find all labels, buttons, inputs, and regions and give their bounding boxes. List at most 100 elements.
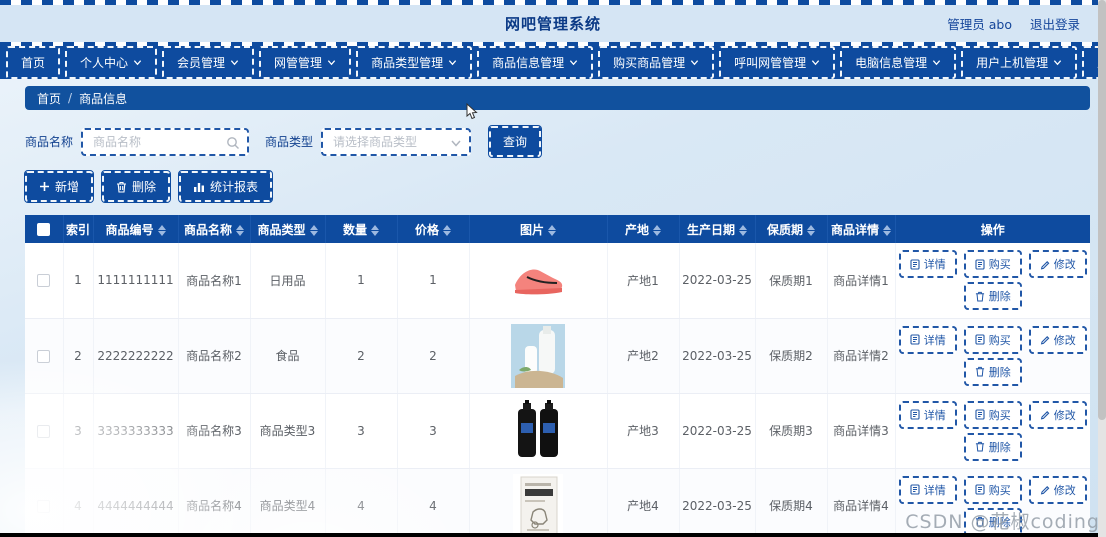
nav-item-0[interactable]: 首页: [6, 46, 61, 79]
nav-item-4[interactable]: 商品类型管理: [356, 46, 473, 79]
edit-button[interactable]: 修改: [1028, 250, 1087, 279]
nav-item-5[interactable]: 商品信息管理: [477, 46, 594, 79]
trash-icon: [975, 291, 984, 302]
breadcrumb-home[interactable]: 首页: [37, 90, 61, 107]
table-toolbar: 新增 删除 统计报表: [23, 170, 1090, 203]
plus-icon: [40, 182, 49, 191]
buy-button[interactable]: 购买: [963, 325, 1022, 354]
row-checkbox[interactable]: [37, 274, 51, 288]
sort-icon[interactable]: [443, 224, 451, 236]
column-header-7[interactable]: 图片: [469, 215, 608, 243]
nav-item-8[interactable]: 电脑信息管理: [840, 46, 957, 79]
cell-quantity: 2: [325, 318, 398, 394]
column-header-9[interactable]: 生产日期: [679, 215, 756, 243]
sort-icon[interactable]: [236, 224, 244, 236]
cell-shelf: 保质期2: [755, 318, 828, 394]
edit-button[interactable]: 修改: [1028, 400, 1087, 429]
column-header-1: 索引: [63, 215, 94, 243]
detail-button[interactable]: 详情: [898, 250, 957, 279]
edit-button[interactable]: 修改: [1028, 475, 1087, 504]
row-delete-button-label: 删除: [988, 366, 1011, 379]
sort-icon[interactable]: [739, 224, 747, 236]
row-checkbox[interactable]: [37, 349, 51, 363]
buy-button[interactable]: 购买: [963, 250, 1022, 279]
product-type-select[interactable]: 请选择商品类型: [321, 127, 472, 156]
nav-item-2[interactable]: 会员管理: [162, 46, 255, 79]
query-button[interactable]: 查询: [488, 125, 543, 158]
query-button-label: 查询: [503, 135, 528, 149]
row-delete-button[interactable]: 删除: [963, 432, 1022, 461]
logout-link[interactable]: 退出登录: [1030, 14, 1080, 33]
chevron-down-icon: [1054, 60, 1062, 66]
product-image-sneaker: [507, 255, 569, 306]
column-header-label: 商品详情: [830, 222, 879, 237]
report-button[interactable]: 统计报表: [178, 170, 274, 203]
sort-icon[interactable]: [157, 224, 166, 236]
column-header-3[interactable]: 商品名称: [178, 215, 251, 243]
product-table: 索引 商品编号 商品名称 商品类型 数量 价格 图片 产地 生产日期 保质期 商品详情 操作 1 111…: [25, 215, 1090, 537]
sort-icon[interactable]: [883, 224, 891, 236]
row-delete-button[interactable]: 删除: [963, 282, 1022, 311]
cell-quantity: 1: [325, 243, 398, 319]
cell-origin: 产地4: [607, 468, 680, 537]
cell-price: 2: [397, 318, 470, 394]
column-header-11[interactable]: 商品详情: [827, 215, 896, 243]
document-icon: [975, 409, 985, 420]
detail-button-label: 详情: [923, 409, 946, 422]
column-header-label: 索引: [65, 222, 90, 237]
detail-button[interactable]: 详情: [898, 400, 957, 429]
buy-button[interactable]: 购买: [963, 475, 1022, 504]
sort-icon[interactable]: [653, 224, 661, 236]
sort-icon[interactable]: [807, 224, 815, 236]
buy-button-label: 购买: [988, 484, 1011, 497]
nav-item-3[interactable]: 网管管理: [259, 46, 352, 79]
cell-index: 1: [63, 243, 94, 319]
detail-button[interactable]: 详情: [898, 325, 957, 354]
nav-item-9[interactable]: 用户上机管理: [961, 46, 1078, 79]
product-name-placeholder: 商品名称: [93, 135, 142, 149]
buy-button[interactable]: 购买: [963, 400, 1022, 429]
current-user[interactable]: 管理员 abo: [947, 14, 1012, 33]
column-header-5[interactable]: 数量: [325, 215, 398, 243]
nav-item-label: 商品信息管理: [492, 56, 565, 70]
column-header-10[interactable]: 保质期: [755, 215, 828, 243]
select-all-checkbox[interactable]: [37, 223, 51, 236]
nav-item-7[interactable]: 呼叫网管管理: [719, 46, 836, 79]
nav-item-1[interactable]: 个人中心: [65, 46, 158, 79]
breadcrumb-current: 商品信息: [79, 91, 128, 106]
sort-icon[interactable]: [309, 224, 318, 236]
cell-price: 4: [397, 468, 470, 537]
cell-detail: 商品详情2: [827, 318, 896, 394]
row-checkbox[interactable]: [37, 499, 51, 513]
column-header-label: 保质期: [766, 222, 803, 237]
row-delete-button[interactable]: 删除: [963, 357, 1022, 386]
detail-button-label: 详情: [923, 259, 946, 272]
row-select-cell: [25, 243, 64, 319]
sort-icon[interactable]: [548, 224, 556, 236]
column-header-8[interactable]: 产地: [607, 215, 680, 243]
nav-item-label: 用户上机管理: [976, 56, 1049, 70]
add-button[interactable]: 新增: [23, 170, 95, 203]
chevron-down-icon: [569, 60, 578, 66]
cell-code: 1111111111: [93, 243, 179, 319]
column-header-2[interactable]: 商品编号: [93, 215, 179, 243]
detail-button[interactable]: 详情: [898, 475, 957, 504]
column-header-label: 产地: [624, 222, 649, 237]
cell-origin: 产地3: [607, 393, 680, 469]
cell-actions: 详情 购买 修改 删除: [895, 243, 1090, 319]
cell-name: 商品名称2: [178, 318, 251, 394]
cell-price: 1: [397, 243, 470, 319]
vertical-scrollbar[interactable]: [1098, 0, 1106, 537]
column-header-4[interactable]: 商品类型: [250, 215, 326, 243]
row-delete-button-label: 删除: [988, 441, 1011, 454]
cell-date: 2022-03-25: [679, 243, 756, 319]
row-checkbox[interactable]: [37, 424, 51, 438]
header-select-all[interactable]: [25, 215, 64, 243]
column-header-6[interactable]: 价格: [397, 215, 470, 243]
edit-button[interactable]: 修改: [1028, 325, 1087, 354]
sort-icon[interactable]: [371, 224, 379, 236]
scrollbar-thumb[interactable]: [1098, 0, 1106, 420]
nav-item-6[interactable]: 购买商品管理: [598, 46, 715, 79]
product-name-input[interactable]: 商品名称: [81, 127, 250, 156]
delete-button[interactable]: 删除: [101, 170, 172, 203]
